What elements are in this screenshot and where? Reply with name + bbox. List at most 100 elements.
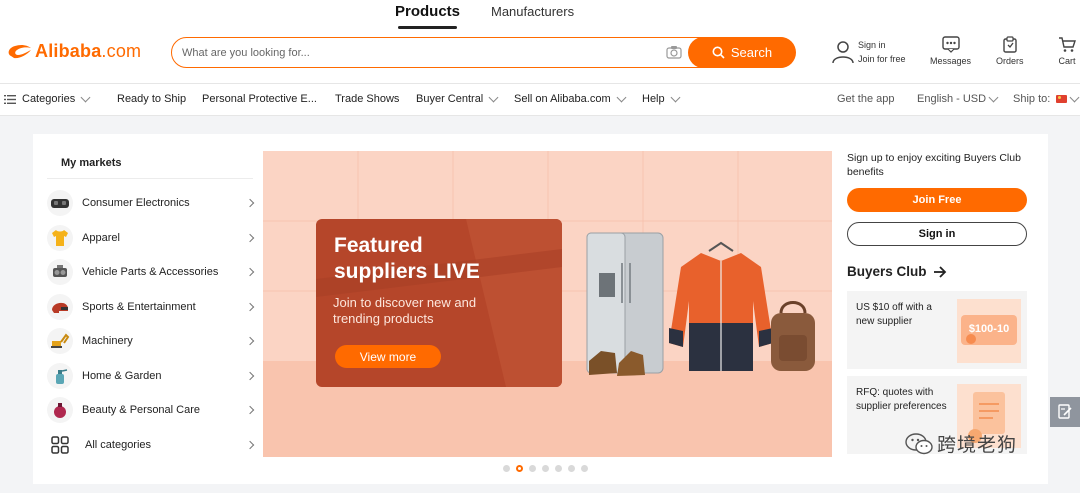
promo-title-line1: Featured — [334, 234, 423, 257]
divider — [47, 178, 253, 179]
market-label: Home & Garden — [82, 370, 162, 382]
nav-personal-protective[interactable]: Personal Protective E... — [202, 93, 317, 105]
orders-link[interactable]: Orders — [996, 36, 1024, 66]
user-icon — [832, 41, 854, 64]
nav-get-app[interactable]: Get the app — [837, 93, 895, 105]
chevron-right-icon — [245, 405, 255, 415]
chevron-down-icon — [616, 92, 627, 102]
perfume-icon — [47, 397, 73, 423]
coupon-card-text: US $10 off with a new supplier — [856, 302, 932, 327]
promo-subtitle-line1: Join to discover new and — [333, 295, 477, 310]
market-label: Consumer Electronics — [82, 197, 190, 209]
buyers-club-panel: Sign up to enjoy exciting Buyers Club be… — [847, 151, 1029, 454]
chevron-down-icon — [1069, 92, 1080, 102]
nav-buyer-central[interactable]: Buyer Central — [416, 92, 499, 105]
logo-wordmark: Alibaba.com — [35, 41, 141, 62]
chevron-right-icon — [245, 198, 255, 208]
camera-icon[interactable] — [666, 45, 682, 59]
rfq-card-text: RFQ: quotes with supplier preferences — [856, 387, 947, 412]
market-consumer-electronics[interactable]: Consumer Electronics — [47, 188, 257, 218]
market-label: Machinery — [82, 335, 133, 347]
cart-link[interactable]: Cart — [1058, 36, 1076, 66]
market-label: All categories — [85, 439, 152, 451]
alibaba-logo-mark-icon — [8, 44, 31, 59]
nav-help[interactable]: Help — [642, 92, 681, 105]
buyers-club-card-coupon[interactable]: US $10 off with a new supplier $100-10 — [847, 291, 1027, 369]
nav-categories[interactable]: Categories — [4, 92, 91, 105]
nav-help-label: Help — [642, 93, 665, 105]
market-beauty-personal-care[interactable]: Beauty & Personal Care — [47, 395, 257, 425]
arrow-right-icon — [933, 265, 946, 278]
nav-trade-shows[interactable]: Trade Shows — [335, 93, 399, 105]
signin-label[interactable]: Sign in — [858, 38, 906, 52]
grid-icon — [47, 432, 73, 458]
market-label: Beauty & Personal Care — [82, 404, 201, 416]
market-label: Vehicle Parts & Accessories — [82, 266, 219, 278]
nav-buyer-central-label: Buyer Central — [416, 93, 484, 105]
search-input[interactable] — [182, 44, 652, 61]
messages-label: Messages — [930, 56, 972, 66]
nav-sell-label: Sell on Alibaba.com — [514, 93, 611, 105]
hero-banner[interactable]: Featured suppliers LIVE Join to discover… — [263, 151, 832, 457]
chevron-down-icon — [488, 92, 499, 102]
chevron-right-icon — [245, 440, 255, 450]
nav-ship-to[interactable]: Ship to: — [1013, 92, 1080, 105]
carousel-dot[interactable] — [542, 465, 549, 472]
chevron-down-icon — [80, 92, 91, 102]
watermark-text: 跨境老狗 — [937, 434, 1018, 456]
carousel-dot[interactable] — [503, 465, 510, 472]
promo-title: Featured suppliers LIVE — [334, 233, 554, 285]
excavator-icon — [47, 328, 73, 354]
chevron-right-icon — [245, 371, 255, 381]
search-button[interactable]: Search — [688, 36, 796, 68]
tab-products[interactable]: Products — [395, 3, 460, 29]
market-apparel[interactable]: Apparel — [47, 223, 257, 253]
menu-icon — [4, 94, 16, 104]
feedback-button[interactable] — [1050, 397, 1080, 427]
buyers-club-link[interactable]: Buyers Club — [847, 264, 947, 279]
spray-bottle-icon — [47, 363, 73, 389]
wechat-icon — [905, 432, 933, 454]
buyers-club-title: Buyers Club — [847, 264, 927, 279]
cart-icon — [1059, 37, 1076, 52]
cart-label: Cart — [1058, 56, 1076, 66]
nav-categories-label: Categories — [22, 93, 76, 105]
tab-manufacturers[interactable]: Manufacturers — [491, 4, 574, 19]
orders-icon — [1003, 36, 1017, 53]
carousel-dot-active[interactable] — [516, 465, 523, 472]
coupon-image: $100-10 — [957, 299, 1021, 363]
nav-sell-on-alibaba[interactable]: Sell on Alibaba.com — [514, 92, 627, 105]
market-home-garden[interactable]: Home & Garden — [47, 361, 257, 391]
carousel-dots — [503, 465, 588, 472]
messages-link[interactable]: Messages — [930, 36, 971, 66]
alibaba-logo[interactable]: Alibaba.com — [5, 40, 141, 62]
nav-language[interactable]: English - USD — [917, 92, 999, 105]
products-illustration — [586, 232, 815, 376]
market-all-categories[interactable]: All categories — [47, 430, 257, 460]
market-sports-entertainment[interactable]: Sports & Entertainment — [47, 292, 257, 322]
view-more-button[interactable]: View more — [335, 345, 441, 368]
promo-subtitle-line2: trending products — [333, 311, 434, 326]
signin-button[interactable]: Sign in — [847, 222, 1027, 246]
promo-card: Featured suppliers LIVE Join to discover… — [316, 219, 562, 387]
logo-suffix: .com — [101, 40, 142, 61]
carousel-dot[interactable] — [568, 465, 575, 472]
markets-title: My markets — [61, 157, 122, 169]
buyers-club-intro: Sign up to enjoy exciting Buyers Club be… — [847, 152, 1021, 178]
promo-title-line2: suppliers LIVE — [334, 260, 480, 283]
signin-link[interactable]: Sign in Join for free — [832, 38, 906, 66]
vr-headset-icon — [47, 190, 73, 216]
site-header: Products Manufacturers Alibaba.com Searc… — [0, 0, 1080, 83]
carousel-dot[interactable] — [581, 465, 588, 472]
join-free-button[interactable]: Join Free — [847, 188, 1027, 212]
join-label[interactable]: Join for free — [858, 52, 906, 66]
chevron-right-icon — [245, 336, 255, 346]
main-nav: Categories Ready to Ship Personal Protec… — [0, 83, 1080, 116]
carousel-dot[interactable] — [529, 465, 536, 472]
market-vehicle-parts[interactable]: Vehicle Parts & Accessories — [47, 257, 257, 287]
market-machinery[interactable]: Machinery — [47, 326, 257, 356]
home-card: My markets Consumer Electronics Apparel … — [33, 134, 1048, 484]
carousel-dot[interactable] — [555, 465, 562, 472]
chevron-right-icon — [245, 302, 255, 312]
nav-ready-to-ship[interactable]: Ready to Ship — [117, 93, 186, 105]
